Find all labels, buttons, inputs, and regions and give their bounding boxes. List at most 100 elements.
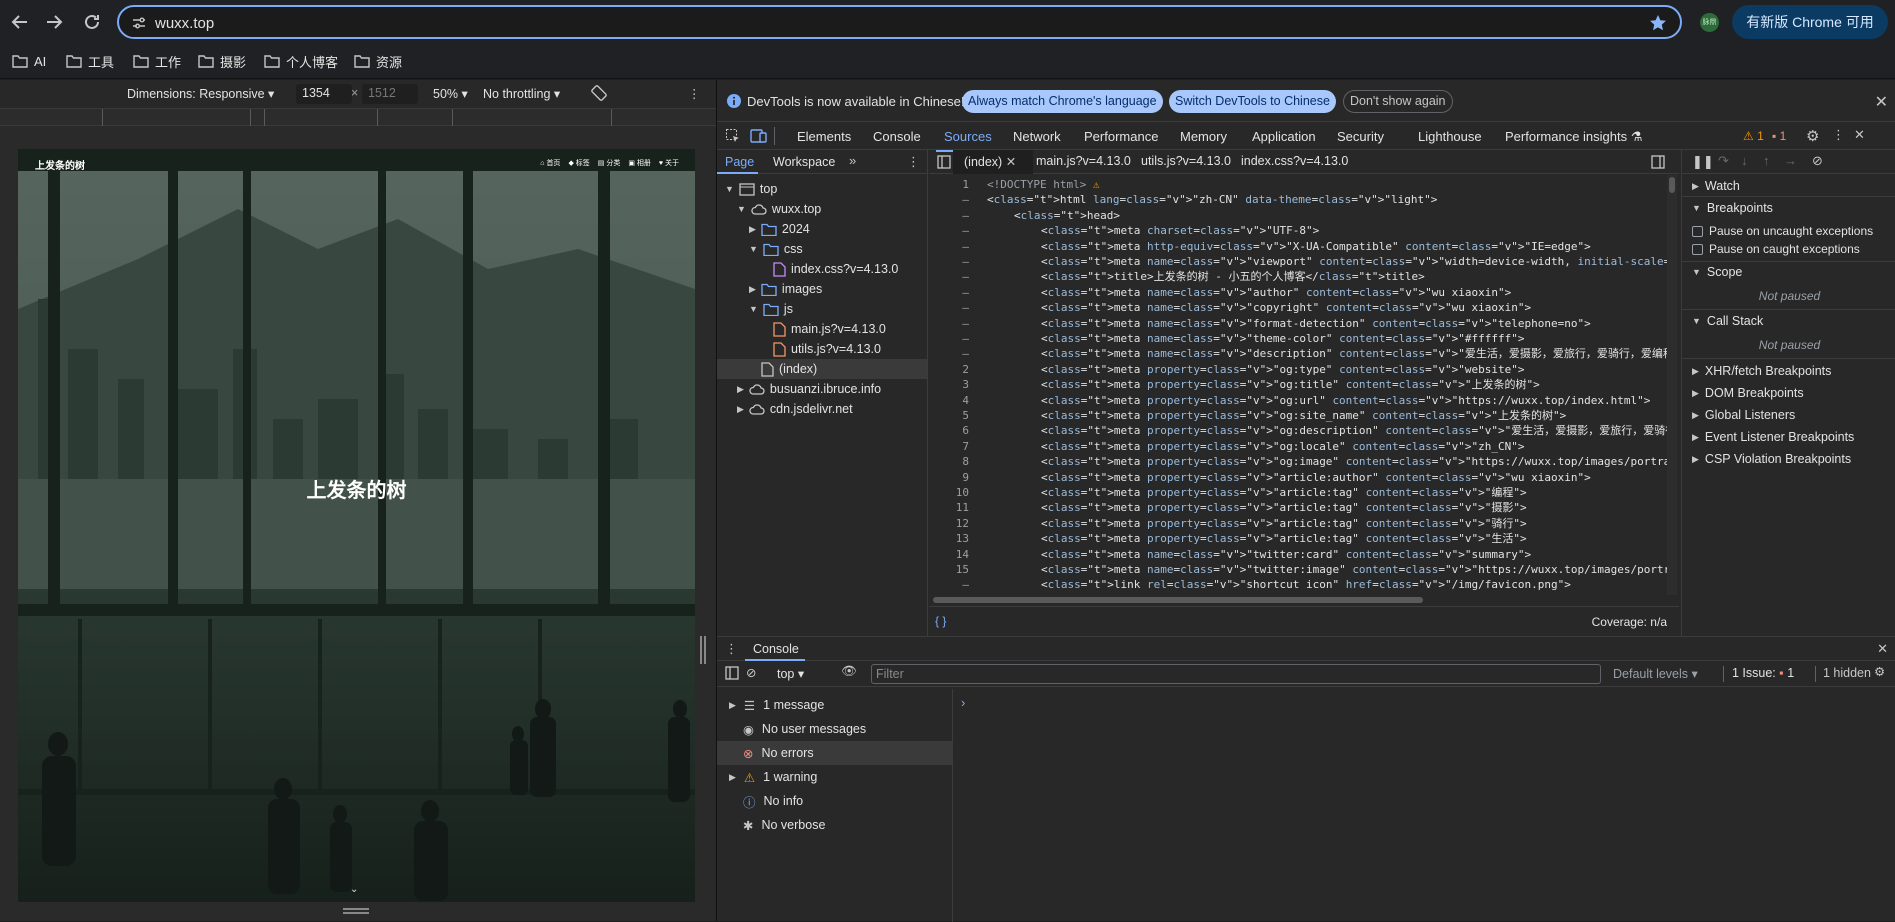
section-event-listener-breakpoints[interactable]: ▶ Event Listener Breakpoints: [1692, 430, 1854, 444]
sidebar-warnings[interactable]: ▶ ⚠ 1 warning: [729, 765, 949, 789]
tree-item-folder[interactable]: ▼ css: [749, 239, 803, 259]
reload-button[interactable]: [80, 10, 104, 34]
tree-item-domain[interactable]: ▶ busuanzi.ibruce.info: [737, 379, 881, 399]
bookmark-star-icon[interactable]: [1648, 13, 1668, 33]
section-watch[interactable]: ▶ Watch: [1692, 179, 1740, 193]
pause-icon[interactable]: ❚❚: [1692, 154, 1714, 170]
vertical-scrollbar[interactable]: [1667, 175, 1677, 595]
warning-counter[interactable]: ⚠ 1: [1743, 129, 1764, 143]
tab-page[interactable]: Page: [725, 155, 754, 169]
clear-console-icon[interactable]: ⊘: [746, 665, 756, 680]
line-number[interactable]: –: [929, 331, 969, 346]
toggle-navigator-icon[interactable]: [937, 155, 951, 169]
drawer-menu-icon[interactable]: ⋮: [725, 641, 738, 657]
sidebar-user-messages[interactable]: ◉ No user messages: [729, 717, 949, 741]
sidebar-toggle-icon[interactable]: [725, 666, 739, 680]
pause-uncaught-checkbox[interactable]: Pause on uncaught exceptions: [1692, 224, 1873, 238]
switch-chinese-button[interactable]: Switch DevTools to Chinese: [1169, 90, 1336, 113]
throttling-dropdown[interactable]: No throttling ▾: [483, 86, 560, 101]
settings-gear-icon[interactable]: ⚙: [1806, 127, 1819, 145]
sidebar-messages[interactable]: ▶ ☰ 1 message: [729, 693, 949, 717]
tab-performance[interactable]: Performance: [1084, 129, 1158, 144]
tree-item-folder[interactable]: ▶ images: [749, 279, 822, 299]
line-number[interactable]: –: [929, 300, 969, 315]
site-info-icon[interactable]: [131, 15, 147, 31]
bookmark-folder[interactable]: 个人博客: [264, 52, 338, 70]
bookmark-folder[interactable]: 资源: [354, 52, 402, 70]
zoom-dropdown[interactable]: 50% ▾: [433, 86, 468, 101]
line-number[interactable]: 10: [929, 485, 969, 500]
line-number[interactable]: 15: [929, 562, 969, 577]
line-number[interactable]: –: [929, 285, 969, 300]
console-filter-input[interactable]: Filter: [871, 664, 1601, 684]
bookmark-folder[interactable]: 工具: [66, 52, 114, 70]
more-options-icon[interactable]: ⋮: [1832, 127, 1845, 143]
section-breakpoints[interactable]: ▼ Breakpoints: [1692, 201, 1773, 215]
code-area[interactable]: 1 <!DOCTYPE html> ⚠ – <class="t">html lang=…: [929, 175, 1667, 595]
editor-tab[interactable]: index.css?v=4.13.0: [1241, 154, 1348, 168]
line-number[interactable]: –: [929, 239, 969, 254]
tree-item-index[interactable]: (index): [761, 359, 817, 379]
toggle-debugger-icon[interactable]: [1651, 155, 1665, 169]
pause-caught-checkbox[interactable]: Pause on caught exceptions: [1692, 242, 1860, 256]
horizontal-scrollbar[interactable]: [933, 596, 1667, 604]
tree-item-folder[interactable]: ▶ 2024: [749, 219, 810, 239]
sidebar-info[interactable]: ⓘ No info: [729, 789, 949, 813]
tab-network[interactable]: Network: [1013, 129, 1061, 144]
section-csp-breakpoints[interactable]: ▶ CSP Violation Breakpoints: [1692, 452, 1851, 466]
line-number[interactable]: 1: [929, 177, 969, 192]
line-number[interactable]: 2: [929, 362, 969, 377]
tree-item-folder[interactable]: ▼ js: [749, 299, 793, 319]
sidebar-verbose[interactable]: ✱ No verbose: [729, 813, 949, 837]
inspect-icon[interactable]: [725, 128, 741, 144]
step-icon[interactable]: →: [1784, 153, 1797, 168]
step-over-icon[interactable]: ↷: [1718, 153, 1729, 169]
update-chrome-button[interactable]: 有新版 Chrome 可用: [1732, 5, 1888, 39]
viewport-resize-handle[interactable]: [700, 636, 706, 664]
navigator-menu-icon[interactable]: ⋮: [907, 154, 920, 170]
line-number[interactable]: 6: [929, 423, 969, 438]
profile-avatar[interactable]: 脉鼎: [1700, 13, 1719, 32]
bookmark-folder[interactable]: AI: [12, 52, 46, 70]
line-number[interactable]: 11: [929, 500, 969, 515]
line-number[interactable]: –: [929, 577, 969, 592]
back-button[interactable]: [8, 10, 32, 34]
line-number[interactable]: –: [929, 223, 969, 238]
tab-sources[interactable]: Sources: [936, 129, 1000, 152]
rotate-icon[interactable]: [590, 84, 608, 102]
forward-button[interactable]: [42, 10, 66, 34]
line-number[interactable]: –: [929, 254, 969, 269]
line-number[interactable]: –: [929, 192, 969, 207]
section-global-listeners[interactable]: ▶ Global Listeners: [1692, 408, 1795, 422]
tab-workspace[interactable]: Workspace: [773, 155, 835, 169]
section-xhr-breakpoints[interactable]: ▶ XHR/fetch Breakpoints: [1692, 364, 1831, 378]
pretty-print-icon[interactable]: { }: [935, 614, 946, 628]
tree-item-domain[interactable]: ▶ cdn.jsdelivr.net: [737, 399, 853, 419]
line-number[interactable]: 5: [929, 408, 969, 423]
width-input[interactable]: 1354: [296, 84, 352, 104]
url-text[interactable]: wuxx.top: [155, 15, 214, 32]
line-number[interactable]: 4: [929, 393, 969, 408]
match-language-button[interactable]: Always match Chrome's language: [962, 90, 1163, 113]
log-levels-dropdown[interactable]: Default levels ▾: [1613, 666, 1698, 681]
console-settings-icon[interactable]: ⚙: [1874, 664, 1885, 679]
line-number[interactable]: 9: [929, 470, 969, 485]
more-options-icon[interactable]: ⋮: [688, 86, 701, 101]
live-expression-eye-icon[interactable]: 👁: [841, 664, 857, 679]
page-preview[interactable]: 上发条的树 ⌂ 首页 ◆ 标签 ▤ 分类 ▣ 相册 ♥ 关于 上发条的树 ⌄: [18, 149, 695, 902]
tree-item-file[interactable]: main.js?v=4.13.0: [773, 319, 886, 339]
console-prompt[interactable]: ›: [961, 695, 965, 710]
editor-tab[interactable]: utils.js?v=4.13.0: [1141, 154, 1231, 168]
line-number[interactable]: 3: [929, 377, 969, 392]
section-call-stack[interactable]: ▼ Call Stack: [1692, 314, 1763, 328]
tab-memory[interactable]: Memory: [1180, 129, 1227, 144]
scroll-down-icon[interactable]: ⌄: [350, 884, 358, 895]
context-selector[interactable]: top ▾: [777, 666, 804, 681]
section-dom-breakpoints[interactable]: ▶ DOM Breakpoints: [1692, 386, 1804, 400]
bottom-resize-handle[interactable]: [343, 908, 369, 914]
line-number[interactable]: 12: [929, 516, 969, 531]
device-toggle-icon[interactable]: [750, 128, 768, 144]
tab-security[interactable]: Security: [1337, 129, 1384, 144]
line-number[interactable]: 14: [929, 547, 969, 562]
console-tab[interactable]: Console: [753, 642, 799, 656]
